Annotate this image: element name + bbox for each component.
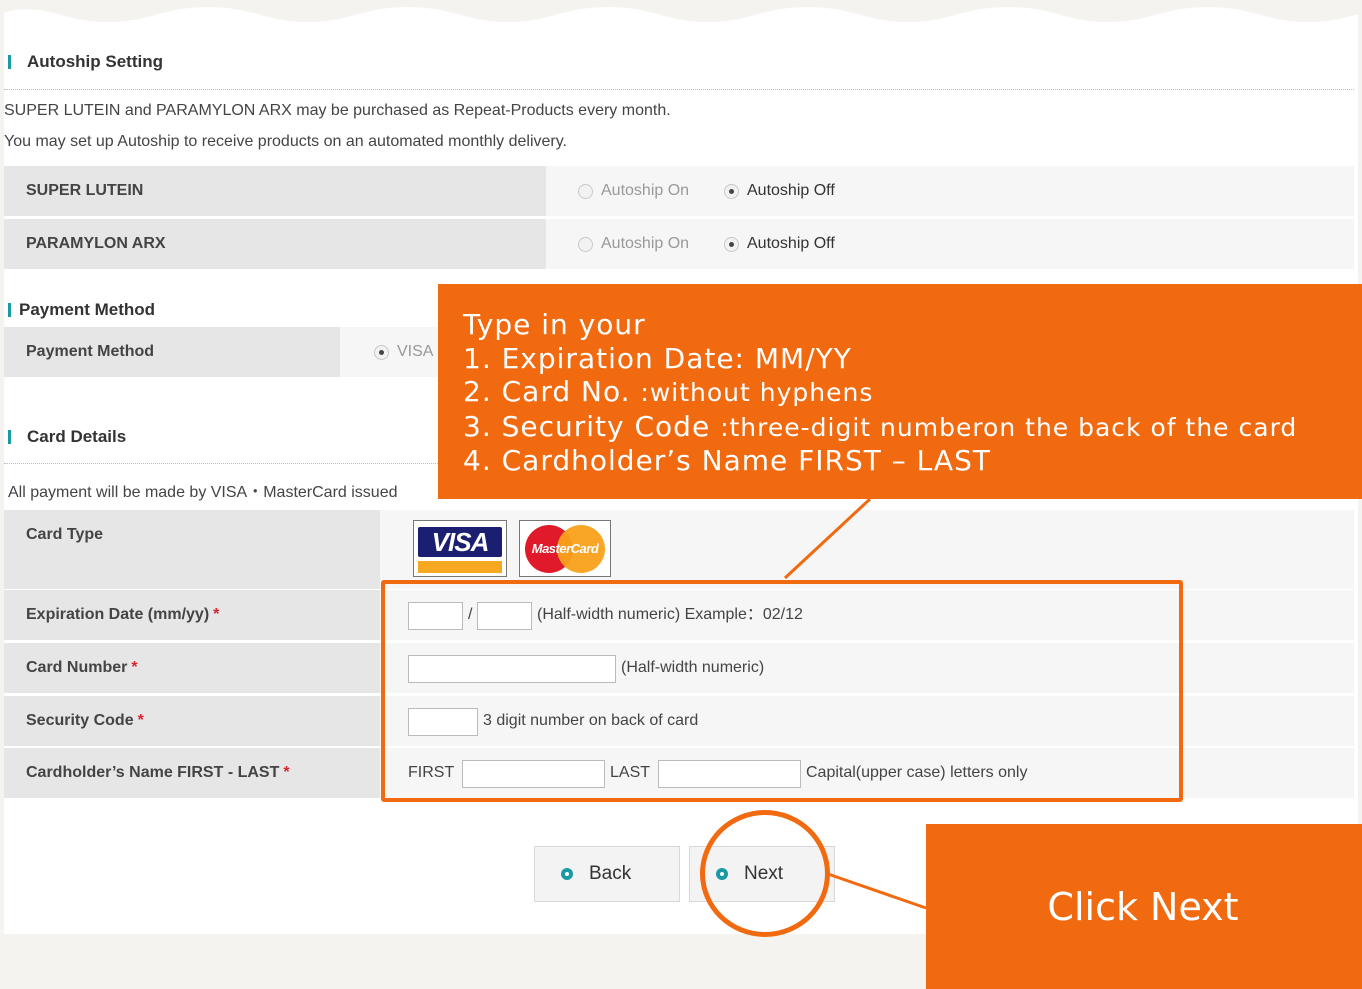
option-label: Autoship Off <box>747 182 835 199</box>
autoship-desc-1: SUPER LUTEIN and PARAMYLON ARX may be pu… <box>4 102 671 119</box>
step-2-main: 2. Card No. <box>463 375 641 408</box>
autoship-on-option[interactable]: Autoship On <box>578 181 689 201</box>
back-button-label: Back <box>589 863 632 884</box>
step-3-sub: :three-digit numberon the back of the ca… <box>720 412 1298 442</box>
autoship-row-paramylon-arx: PARAMYLON ARX Autoship On Autoship Off <box>4 219 1354 269</box>
card-type-label: Card Type <box>4 510 380 589</box>
instructions-callout: Type in your 1. Expiration Date: MM/YY 2… <box>438 284 1362 499</box>
decorative-wave <box>4 0 1358 22</box>
visa-logo-text: VISA <box>418 527 502 557</box>
card-details-section-title: Card Details <box>8 427 126 447</box>
radio-selected-icon[interactable] <box>724 236 739 252</box>
option-label: Autoship On <box>601 182 690 199</box>
product-label: PARAMYLON ARX <box>4 219 546 269</box>
autoship-row-super-lutein: SUPER LUTEIN Autoship On Autoship Off <box>4 166 1354 216</box>
back-button[interactable]: Back <box>534 846 680 902</box>
payment-visa-option[interactable]: VISA <box>374 342 433 362</box>
card-type-row: Card Type VISA MasterCard <box>4 510 1354 589</box>
card-details-title-text: Card Details <box>27 427 127 446</box>
bullet-icon <box>561 868 573 880</box>
autoship-title-text: Autoship Setting <box>27 52 163 71</box>
required-mark: * <box>137 712 144 729</box>
payment-section-title: Payment Method <box>8 300 155 320</box>
autoship-desc-2: You may set up Autoship to receive produ… <box>4 133 567 150</box>
security-code-label: Security Code * <box>4 696 380 746</box>
autoship-on-option[interactable]: Autoship On <box>578 234 689 254</box>
visa-logo: VISA <box>413 520 507 577</box>
radio-selected-icon[interactable] <box>374 344 389 360</box>
card-number-label: Card Number * <box>4 643 380 693</box>
step-3-main: 3. Security Code <box>463 409 721 443</box>
required-mark: * <box>283 764 290 781</box>
instruction-step-4: 4. Cardholder’s Name FIRST – LAST <box>463 444 991 477</box>
click-next-callout: Click Next <box>926 824 1362 989</box>
card-details-desc: All payment will be made by VISA・MasterC… <box>8 484 398 501</box>
section-marker <box>8 303 11 317</box>
section-marker <box>8 55 11 69</box>
expiration-label-text: Expiration Date (mm/yy) <box>26 606 210 623</box>
option-label: Autoship On <box>601 235 690 252</box>
autoship-off-option[interactable]: Autoship Off <box>724 181 835 201</box>
radio-selected-icon[interactable] <box>724 183 739 199</box>
card-number-label-text: Card Number <box>26 659 128 676</box>
option-label: VISA <box>397 343 434 360</box>
visa-stripe <box>418 561 502 573</box>
step-2-sub: :without hyphens <box>640 378 874 407</box>
payment-title-text: Payment Method <box>19 300 156 319</box>
cardholder-label: Cardholder’s Name FIRST - LAST * <box>4 748 380 798</box>
expiration-label: Expiration Date (mm/yy) * <box>4 590 380 640</box>
radio-icon[interactable] <box>578 183 593 199</box>
required-mark: * <box>213 606 220 623</box>
instructions-intro: Type in your <box>463 308 646 341</box>
cardholder-label-text: Cardholder’s Name FIRST - LAST <box>26 764 280 781</box>
mastercard-logo-text: MasterCard <box>531 541 599 556</box>
option-label: Autoship Off <box>747 235 835 252</box>
click-next-text: Click Next <box>1047 884 1239 929</box>
required-mark: * <box>131 659 138 676</box>
instruction-step-3: 3. Security Code :three-digit numberon t… <box>463 410 1362 445</box>
autoship-section-title: Autoship Setting <box>8 52 163 72</box>
highlight-next-button <box>700 810 830 937</box>
security-code-label-text: Security Code <box>26 712 134 729</box>
highlight-card-fields <box>381 580 1183 802</box>
section-marker <box>8 430 11 444</box>
autoship-off-option[interactable]: Autoship Off <box>724 234 835 254</box>
payment-method-label: Payment Method <box>4 327 340 377</box>
product-label: SUPER LUTEIN <box>4 166 546 216</box>
divider <box>4 89 1354 90</box>
instruction-step-1: 1. Expiration Date: MM/YY <box>463 341 852 375</box>
instruction-step-2: 2. Card No. :without hyphens <box>463 375 1362 410</box>
mastercard-logo: MasterCard <box>519 520 611 577</box>
radio-icon[interactable] <box>578 236 593 252</box>
